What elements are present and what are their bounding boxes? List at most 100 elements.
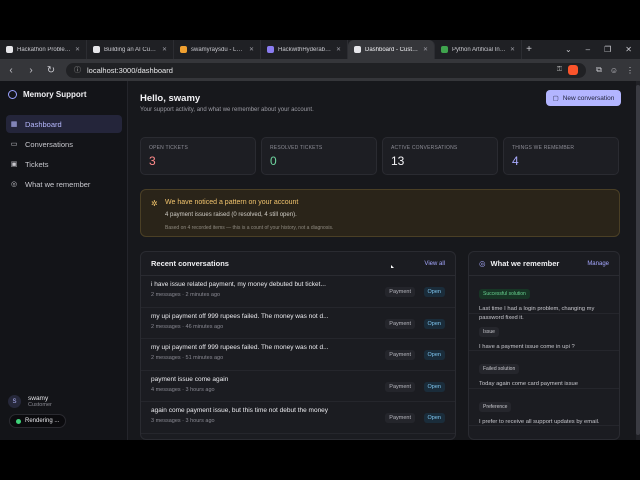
manage-link[interactable]: Manage bbox=[587, 261, 609, 267]
tab-close-icon[interactable]: ✕ bbox=[249, 46, 254, 53]
status-badge: Open bbox=[423, 350, 445, 360]
conversation-title: again come payment issue, but this time … bbox=[151, 407, 329, 414]
category-badge: Payment bbox=[385, 318, 415, 329]
tab-favicon-icon bbox=[93, 46, 100, 53]
sidebar-item-conversations[interactable]: ▭ Conversations bbox=[6, 135, 122, 153]
url-bar[interactable]: ⓘ localhost:3000/dashboard ⚿ bbox=[66, 62, 587, 78]
sidebar-item-label: Dashboard bbox=[25, 119, 62, 129]
back-icon[interactable]: ‹ bbox=[6, 65, 16, 76]
tab-close-icon[interactable]: ✕ bbox=[423, 46, 428, 53]
sidebar-item-memory[interactable]: ◎ What we remember bbox=[6, 175, 122, 193]
extensions-area: ⧉ ☺ ⋮ bbox=[596, 65, 634, 75]
browser-tab[interactable]: HackwithHyderabad H ✕ bbox=[261, 40, 348, 59]
close-window-icon[interactable]: ✕ bbox=[625, 45, 632, 54]
url-text: localhost:3000/dashboard bbox=[87, 65, 173, 75]
user-profile[interactable]: S swamy Customer bbox=[8, 395, 52, 408]
tab-title: HackwithHyderabad H bbox=[278, 46, 332, 53]
list-item[interactable]: again come payment issue, but this time … bbox=[141, 402, 455, 434]
status-badge: Open bbox=[423, 318, 445, 329]
memory-tag: Failed solution bbox=[479, 364, 520, 374]
browser-tab-bar: Hackathon Problem St ✕ Building an AI Cu… bbox=[0, 40, 640, 59]
key-icon[interactable]: ⚿ bbox=[557, 66, 562, 74]
sparkle-icon: ✲ bbox=[151, 199, 158, 208]
user-name: swamy bbox=[28, 395, 49, 402]
maximize-icon[interactable]: ❐ bbox=[604, 45, 611, 54]
list-item[interactable]: my upi payment off 999 rupees failed. Th… bbox=[141, 339, 455, 371]
memory-text: Today again come card payment issue bbox=[479, 381, 578, 387]
card-header: Recent conversations View all bbox=[141, 252, 455, 276]
scrollbar-thumb[interactable] bbox=[636, 85, 640, 435]
sidebar: Memory Support ▦ Dashboard ▭ Conversatio… bbox=[0, 81, 128, 440]
extensions-icon[interactable]: ⧉ bbox=[596, 65, 602, 75]
browser-tab[interactable]: Hackathon Problem St ✕ bbox=[0, 40, 87, 59]
brave-shield-icon[interactable] bbox=[568, 65, 579, 75]
app: Memory Support ▦ Dashboard ▭ Conversatio… bbox=[0, 81, 640, 440]
list-item[interactable]: i have issue related payment, my money d… bbox=[141, 276, 455, 308]
tab-favicon-icon bbox=[354, 46, 361, 53]
rendering-indicator: Rendering ... bbox=[9, 414, 67, 428]
ticket-icon: ▣ bbox=[10, 161, 18, 168]
browser-tab[interactable]: Building an AI Custome ✕ bbox=[87, 40, 174, 59]
screen: Hackathon Problem St ✕ Building an AI Cu… bbox=[0, 0, 640, 480]
stat-card-resolved-tickets: RESOLVED TICKETS 0 bbox=[261, 137, 377, 175]
tab-favicon-icon bbox=[180, 46, 187, 53]
tab-title: Hackathon Problem St bbox=[17, 46, 71, 53]
notice-footnote: Based on 4 recorded items — this is a co… bbox=[165, 225, 334, 231]
conversation-title: i have issue related payment, my money d… bbox=[151, 281, 326, 288]
memory-item: Issue I have a payment issue come in upi… bbox=[469, 314, 619, 351]
conversation-title: my upi payment off 999 rupees failed. Th… bbox=[151, 344, 329, 351]
menu-icon[interactable]: ⋮ bbox=[626, 66, 634, 75]
sidebar-item-tickets[interactable]: ▣ Tickets bbox=[6, 155, 122, 173]
list-item[interactable]: my upi payment off 999 rupees failed. Th… bbox=[141, 308, 455, 339]
chat-icon: ▭ bbox=[10, 141, 18, 148]
rendering-label: Rendering ... bbox=[25, 418, 60, 424]
new-tab-button[interactable]: + bbox=[522, 44, 536, 55]
tab-close-icon[interactable]: ✕ bbox=[336, 46, 341, 53]
sidebar-item-dashboard[interactable]: ▦ Dashboard bbox=[6, 115, 122, 133]
brain-icon: ◎ bbox=[479, 259, 486, 268]
sidebar-item-label: Conversations bbox=[25, 139, 73, 149]
memory-item: Successful solution Last time I had a lo… bbox=[469, 276, 619, 321]
stat-card-open-tickets: OPEN TICKETS 3 bbox=[140, 137, 256, 175]
chat-plus-icon: ▢ bbox=[552, 95, 559, 102]
tab-title: Python Artificial Intellig bbox=[452, 46, 506, 53]
dropdown-icon[interactable]: ⌄ bbox=[565, 45, 572, 54]
stat-card-things-we-remember: THINGS WE REMEMBER 4 bbox=[503, 137, 619, 175]
stat-label: THINGS WE REMEMBER bbox=[512, 145, 575, 151]
status-badge: Open bbox=[423, 413, 445, 423]
recent-conversations-card: Recent conversations View all i have iss… bbox=[140, 251, 456, 440]
browser-tab[interactable]: Python Artificial Intellig ✕ bbox=[435, 40, 522, 59]
profile-icon[interactable]: ☺ bbox=[610, 66, 618, 75]
reload-icon[interactable]: ↻ bbox=[46, 65, 56, 76]
status-dot-icon bbox=[16, 418, 21, 424]
user-role: Customer bbox=[28, 402, 52, 408]
memory-item: Preference I prefer to receive all suppo… bbox=[469, 389, 619, 426]
new-conversation-button[interactable]: ▢ New conversation bbox=[546, 90, 621, 106]
brain-icon: ◎ bbox=[10, 181, 18, 188]
browser-tab-active[interactable]: Dashboard - Custom ✕ bbox=[348, 40, 435, 59]
avatar: S bbox=[8, 395, 21, 408]
stat-value: 3 bbox=[149, 154, 156, 168]
tab-close-icon[interactable]: ✕ bbox=[75, 46, 80, 53]
tab-close-icon[interactable]: ✕ bbox=[510, 46, 515, 53]
list-item[interactable]: payment issue come again 4 messages · 3 … bbox=[141, 371, 455, 402]
stat-label: ACTIVE CONVERSATIONS bbox=[391, 145, 458, 151]
tab-close-icon[interactable]: ✕ bbox=[162, 46, 167, 53]
sidebar-item-label: What we remember bbox=[25, 179, 91, 189]
memory-tag: Successful solution bbox=[479, 289, 530, 299]
category-badge: Payment bbox=[385, 287, 415, 297]
brand[interactable]: Memory Support bbox=[8, 90, 87, 99]
card-title: Recent conversations bbox=[151, 259, 229, 268]
minimize-icon[interactable]: – bbox=[586, 45, 590, 54]
memory-tag: Preference bbox=[479, 401, 512, 412]
status-badge: Open bbox=[423, 381, 445, 392]
view-all-link[interactable]: View all bbox=[424, 261, 445, 267]
memory-text: I have a payment issue come in upi ? bbox=[479, 343, 575, 350]
scrollbar[interactable] bbox=[636, 81, 640, 440]
browser-tab[interactable]: swamyraysdu - LeetCo ✕ bbox=[174, 40, 261, 59]
forward-icon[interactable]: › bbox=[26, 65, 36, 76]
site-info-icon[interactable]: ⓘ bbox=[74, 65, 81, 75]
page-title: Hello, swamy bbox=[140, 93, 201, 104]
logo-icon bbox=[8, 90, 17, 99]
card-title: What we remember bbox=[490, 259, 560, 268]
